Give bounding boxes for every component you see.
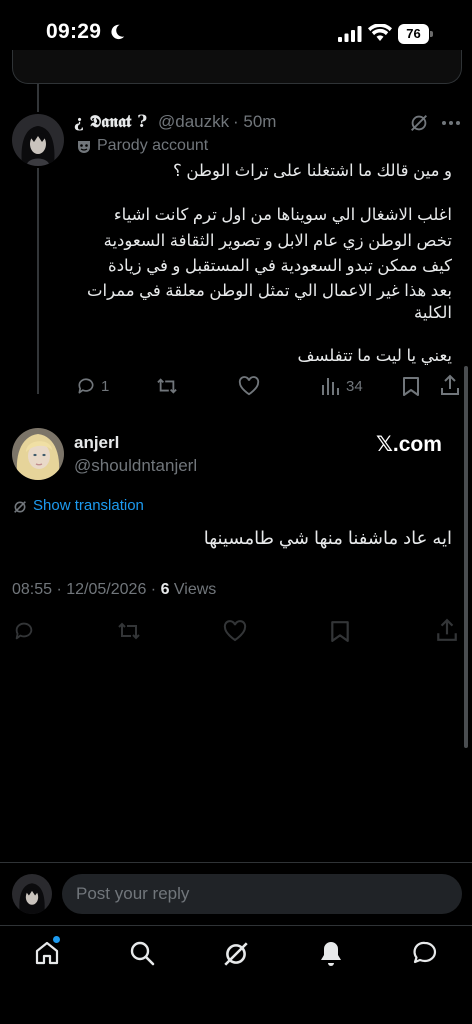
my-avatar[interactable] xyxy=(12,874,52,914)
views-icon[interactable] xyxy=(320,376,340,396)
main-tweet-text: ايه عاد ماشفنا منها شي طامسينها xyxy=(203,528,452,548)
main-like-icon[interactable] xyxy=(222,620,248,642)
cellular-signal-icon xyxy=(338,26,362,42)
search-icon[interactable] xyxy=(129,940,155,966)
parent-text-line-1: و مين قالك ما اشتغلنا على تراث الوطن ؟ xyxy=(172,162,452,180)
translate-icon xyxy=(12,499,28,515)
parent-display-name[interactable]: ¿ 𝕯𝖆𝖓𝖆𝖙 ? xyxy=(74,112,147,132)
reply-input[interactable]: Post your reply xyxy=(62,874,462,914)
bottom-nav-divider xyxy=(0,925,472,926)
tweet-views-label: Views xyxy=(169,581,217,598)
parent-handle[interactable]: @dauzkk xyxy=(158,112,229,132)
main-share-icon[interactable] xyxy=(436,618,458,642)
main-bookmark-icon[interactable] xyxy=(330,620,350,642)
parent-time: · 50m xyxy=(233,112,277,131)
avatar-dauzkk[interactable] xyxy=(12,114,64,166)
main-repost-icon[interactable] xyxy=(116,620,142,642)
view-count: 34 xyxy=(346,378,363,395)
avatar-shouldntanjerl[interactable] xyxy=(12,428,64,480)
status-time: 09:29 xyxy=(46,20,102,43)
parent-text-line-7: الكلية xyxy=(413,304,452,322)
more-options-icon[interactable] xyxy=(440,114,462,132)
tweet-metadata: 08:55 · 12/05/2026 · 6 Views xyxy=(12,581,216,599)
main-display-name[interactable]: anjerl xyxy=(74,433,119,453)
previous-tweet-card-edge xyxy=(12,50,462,84)
show-translation-link[interactable]: Show translation xyxy=(33,497,144,514)
grok-icon[interactable] xyxy=(408,112,430,134)
reply-icon[interactable] xyxy=(76,376,96,396)
wifi-icon xyxy=(368,23,392,42)
parody-account-label: Parody account xyxy=(97,137,209,154)
battery-indicator: 76 xyxy=(398,24,434,44)
main-handle[interactable]: @shouldntanjerl xyxy=(74,456,197,476)
thread-line-top xyxy=(37,84,39,112)
like-icon[interactable] xyxy=(238,376,260,396)
parent-text-line-3: اغلب الاشغال الي سويناها من اول ترم كانت… xyxy=(113,206,452,224)
reply-bar-divider xyxy=(0,862,472,863)
parent-text-line-5: كيف ممكن تبدو السعودية في المستقبل و في … xyxy=(108,257,452,275)
notifications-bell-icon[interactable] xyxy=(318,940,344,968)
battery-tip xyxy=(430,31,433,37)
main-reply-icon[interactable] xyxy=(12,620,36,642)
home-icon[interactable] xyxy=(34,940,60,966)
parody-mask-icon xyxy=(76,139,92,155)
parent-text-line-9: يعني يا ليت ما تتفلسف xyxy=(297,347,453,365)
bookmark-icon[interactable] xyxy=(402,376,420,396)
home-notification-dot xyxy=(53,936,60,943)
reply-count: 1 xyxy=(101,378,110,395)
parent-text-line-4: تخص الوطن زي عام الابل و تصوير الثقافة ا… xyxy=(103,232,452,250)
repost-icon[interactable] xyxy=(156,376,178,396)
reply-placeholder: Post your reply xyxy=(76,884,190,903)
parent-text-line-6: بعد هذا غير الاعمال الي تمثل الوطن معلقة… xyxy=(86,282,452,300)
messages-icon[interactable] xyxy=(412,940,438,966)
scrollbar[interactable] xyxy=(464,366,468,748)
x-com-watermark: 𝕏.com xyxy=(376,433,442,456)
share-icon[interactable] xyxy=(440,374,460,396)
tweet-timestamp[interactable]: 08:55 · 12/05/2026 · xyxy=(12,581,161,598)
battery-level: 76 xyxy=(398,24,429,44)
thread-line-connector xyxy=(37,168,39,394)
grok-nav-icon[interactable] xyxy=(222,940,250,968)
moon-icon xyxy=(108,23,126,41)
